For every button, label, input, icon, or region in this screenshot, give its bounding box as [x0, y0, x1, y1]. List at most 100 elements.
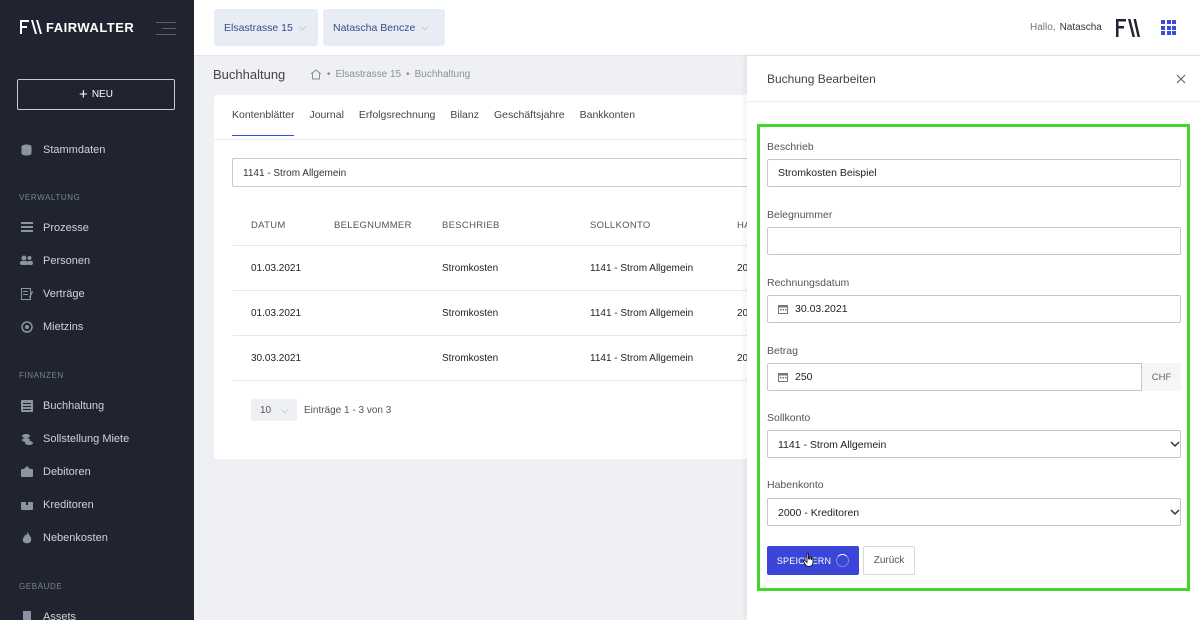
section-label-finanzen: FINANZEN [19, 371, 64, 380]
breadcrumb-separator: • [406, 69, 410, 80]
loading-spinner-icon [836, 554, 850, 567]
page-title: Buchhaltung [213, 67, 286, 82]
person-selector[interactable]: Natascha Bencze ⌵ [323, 9, 445, 46]
apps-grid-icon[interactable] [1161, 20, 1176, 35]
chevron-down-icon [1170, 441, 1180, 448]
table-bottom-border [233, 380, 774, 381]
edit-booking-panel: Buchung Bearbeiten Beschrieb Belegnummer… [747, 56, 1200, 620]
beschrieb-input[interactable] [767, 159, 1181, 187]
sollkonto-select[interactable]: 1141 - Strom Allgemein [767, 430, 1181, 458]
tab-journal[interactable]: Journal [309, 109, 343, 136]
sidebar-item-label: Mietzins [43, 321, 84, 333]
new-button-label: NEU [91, 89, 113, 100]
sidebar-item-buchhaltung[interactable]: Buchhaltung [20, 400, 104, 412]
coins-stack-icon [20, 433, 33, 445]
column-header-datum[interactable]: DATUM [251, 220, 286, 231]
coins-icon [20, 321, 33, 333]
sidebar-item-mietzins[interactable]: Mietzins [20, 321, 83, 333]
breadcrumb-item: Buchhaltung [414, 69, 471, 80]
section-label-gebaeude: GEBÄUDE [19, 582, 63, 591]
betrag-input[interactable] [767, 363, 1181, 391]
section-label-verwaltung: VERWALTUNG [19, 193, 81, 202]
chevron-down-icon: ⌵ [281, 404, 288, 415]
chevron-down-icon [1170, 509, 1180, 516]
account-filter-select[interactable]: 1141 - Strom Allgemein [232, 158, 774, 187]
breadcrumb-item[interactable]: Elsastrasse 15 [336, 69, 402, 80]
habenkonto-select[interactable]: 2000 - Kreditoren [767, 498, 1181, 526]
tab-divider [214, 139, 774, 140]
column-header-beschrieb[interactable]: BESCHRIEB [442, 220, 500, 231]
sollkonto-label: Sollkonto [767, 412, 811, 424]
cell-beschrieb: Stromkosten [442, 353, 499, 364]
cell-beschrieb: Stromkosten [442, 263, 499, 274]
sidebar-item-label: Nebenkosten [43, 532, 108, 544]
per-page-value: 10 [260, 404, 272, 416]
tab-bilanz[interactable]: Bilanz [450, 109, 479, 136]
sidebar-item-label: Sollstellung Miete [43, 433, 130, 445]
ledger-card: Kontenblätter Journal Erfolgsrechnung Bi… [214, 95, 774, 459]
calendar-icon [778, 373, 788, 382]
inbox-icon [20, 466, 33, 478]
list-icon [20, 222, 33, 234]
table-row[interactable]: 01.03.2021 Stromkosten 1141 - Strom Allg… [233, 290, 774, 335]
sidebar-item-kreditoren[interactable]: Kreditoren [20, 499, 94, 511]
sidebar-item-assets[interactable]: Assets [20, 611, 76, 620]
per-page-select[interactable]: 10 ⌵ [251, 399, 297, 421]
plus-icon: + [79, 86, 88, 103]
chevron-down-icon: ⌵ [298, 22, 306, 32]
calendar-icon [778, 305, 788, 314]
sidebar-item-label: Kreditoren [43, 499, 94, 511]
chevron-down-icon: ⌵ [421, 22, 429, 32]
column-header-belegnummer[interactable]: BELEGNUMMER [334, 220, 412, 231]
table-row[interactable]: 01.03.2021 Stromkosten 1141 - Strom Allg… [233, 245, 774, 290]
column-header-sollkonto[interactable]: SOLLKONTO [590, 220, 651, 231]
mouse-cursor-icon [803, 553, 814, 567]
breadcrumb-separator: • [327, 69, 331, 80]
sidebar-item-sollstellung-miete[interactable]: Sollstellung Miete [20, 433, 129, 445]
sidebar-item-debitoren[interactable]: Debitoren [20, 466, 91, 478]
table-row[interactable]: 30.03.2021 Stromkosten 1141 - Strom Allg… [233, 335, 774, 380]
rechnungsdatum-input[interactable] [767, 295, 1181, 323]
sidebar-item-vertraege[interactable]: Verträge [20, 288, 85, 300]
flame-icon [20, 532, 33, 544]
beschrieb-label: Beschrieb [767, 141, 814, 153]
cell-sollkonto: 1141 - Strom Allgemein [590, 263, 694, 274]
tab-geschaeftsjahre[interactable]: Geschäftsjahre [494, 109, 565, 136]
brand-name: FAIRWALTER [46, 19, 135, 35]
person-selector-label: Natascha Bencze [333, 21, 416, 34]
user-greeting: Hallo, Natascha [1030, 22, 1102, 33]
sidebar-item-stammdaten[interactable]: Stammdaten [20, 144, 105, 156]
betrag-label: Betrag [767, 345, 798, 357]
sidebar: FAIRWALTER + NEU Stammdaten VERWALTUNG P… [0, 0, 194, 620]
sidebar-item-label: Stammdaten [43, 144, 106, 156]
close-icon[interactable] [1175, 73, 1187, 85]
cell-datum: 01.03.2021 [251, 263, 302, 274]
outbox-icon [20, 499, 33, 511]
currency-addon: CHF [1141, 363, 1181, 391]
cell-beschrieb: Stromkosten [442, 308, 499, 319]
tab-erfolgsrechnung[interactable]: Erfolgsrechnung [359, 109, 435, 136]
sidebar-item-nebenkosten[interactable]: Nebenkosten [20, 532, 108, 544]
new-button[interactable]: + NEU [17, 79, 175, 110]
ledger-icon [20, 400, 33, 412]
belegnummer-input[interactable] [767, 227, 1181, 255]
cell-sollkonto: 1141 - Strom Allgemein [590, 308, 694, 319]
sidebar-item-prozesse[interactable]: Prozesse [20, 222, 89, 234]
tab-bankkonten[interactable]: Bankkonten [580, 109, 635, 136]
building-icon [20, 611, 33, 620]
fairwalter-brand-icon[interactable] [1116, 17, 1140, 39]
back-button[interactable]: Zurück [863, 546, 915, 575]
menu-toggle-icon[interactable] [156, 22, 176, 36]
home-icon[interactable] [310, 69, 322, 80]
property-selector[interactable]: Elsastrasse 15 ⌵ [214, 9, 318, 46]
sidebar-item-label: Debitoren [43, 466, 91, 478]
breadcrumb: • Elsastrasse 15 • Buchhaltung [310, 69, 470, 80]
sidebar-item-personen[interactable]: Personen [20, 255, 90, 267]
tab-kontenblaetter[interactable]: Kontenblätter [232, 109, 295, 136]
panel-title: Buchung Bearbeiten [767, 72, 876, 86]
brand-logo[interactable]: FAIRWALTER [20, 19, 134, 35]
belegnummer-label: Belegnummer [767, 209, 833, 221]
sidebar-item-label: Prozesse [43, 222, 89, 234]
sidebar-item-label: Personen [43, 255, 91, 267]
property-selector-label: Elsastrasse 15 [224, 21, 293, 34]
